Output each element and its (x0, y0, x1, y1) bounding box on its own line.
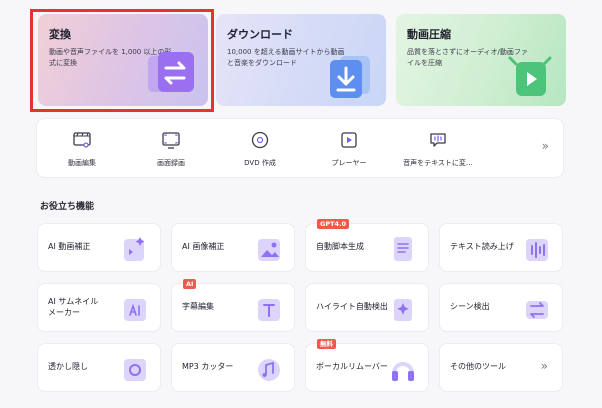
card-label: AI 動画補正 (48, 242, 91, 251)
gpt-badge: GPT4.0 (317, 219, 350, 229)
highlight-detect-icon (394, 299, 412, 321)
scene-detect-icon (526, 301, 548, 319)
tool-video-edit[interactable]: 動画編集 (37, 119, 127, 177)
hero-card-download[interactable]: ダウンロード 10,000 を超える動画サイトから動画と音楽をダウンロード (216, 14, 386, 106)
card-watermark-remove[interactable]: 透かし隠し (37, 343, 161, 392)
tools-bar: 動画編集 画面録画 DVD 作成 プレーヤー 音声をテキストに変… » (36, 118, 564, 178)
card-vocal-remover[interactable]: 無料 ボーカルリムーバー (305, 339, 429, 392)
card-label: シーン検出 (450, 302, 490, 311)
card-ai-image-enhance[interactable]: AI 画像補正 (171, 223, 295, 272)
free-badge: 無料 (317, 339, 336, 349)
tool-label: 画面録画 (157, 159, 185, 167)
card-label: AI サムネイル メーカー (48, 296, 98, 318)
card-scene-detect[interactable]: シーン検出 (439, 283, 563, 332)
card-label: ハイライト自動検出 (316, 302, 388, 311)
screen-record-icon (162, 132, 180, 149)
script-generator-icon (394, 237, 412, 261)
player-icon (341, 132, 357, 148)
mp3-cutter-icon (258, 359, 280, 381)
card-label: ボーカルリムーバー (316, 362, 388, 371)
ai-video-enhance-icon (124, 237, 145, 261)
section-title: お役立ち機能 (40, 202, 95, 212)
card-mp3-cutter[interactable]: MP3 カッター (171, 343, 295, 392)
hero-card-compress[interactable]: 動画圧縮 品質を落とさずにオーディオ/動画ファイルを圧縮 (396, 14, 566, 106)
download-icon (330, 56, 370, 98)
hero-card-convert[interactable]: 変換 動画や音声ファイルを 1,000 以上の形式に変換 (38, 14, 208, 106)
tool-label: 音声をテキストに変… (403, 159, 473, 167)
card-ai-thumbnail[interactable]: AI サムネイル メーカー (37, 283, 161, 332)
card-script-generator[interactable]: GPT4.0 自動脚本生成 (305, 219, 429, 272)
video-edit-icon (73, 132, 91, 148)
tool-label: DVD 作成 (244, 159, 276, 167)
ai-badge: AI (183, 279, 197, 289)
tool-screen-record[interactable]: 画面録画 (126, 119, 216, 177)
card-label-line1: AI サムネイル (48, 297, 99, 306)
hero-download-title: ダウンロード (227, 28, 293, 41)
more-chevron-icon: » (540, 359, 548, 373)
convert-icon (148, 52, 194, 92)
card-subtitle-edit[interactable]: AI 字幕編集 (171, 279, 295, 332)
card-label: その他のツール (450, 362, 506, 371)
tool-speech-to-text[interactable]: 音声をテキストに変… (393, 119, 483, 177)
tool-label: プレーヤー (331, 159, 367, 167)
text-to-speech-icon (526, 239, 548, 261)
hero-compress-title: 動画圧縮 (407, 28, 451, 41)
ai-image-enhance-icon (258, 239, 280, 261)
card-label: 透かし隠し (48, 362, 88, 371)
vocal-remover-icon (392, 362, 414, 381)
card-label: 自動脚本生成 (316, 242, 364, 251)
dvd-icon (251, 131, 269, 149)
compress-icon (508, 56, 552, 96)
subtitle-edit-icon (258, 299, 280, 321)
tool-label: 動画編集 (68, 159, 96, 167)
tool-player[interactable]: プレーヤー (304, 119, 394, 177)
hero-convert-title: 変換 (49, 28, 71, 41)
card-highlight-detect[interactable]: ハイライト自動検出 (305, 283, 429, 332)
card-ai-video-enhance[interactable]: AI 動画補正 (37, 223, 161, 272)
card-label: テキスト読み上げ (450, 242, 514, 251)
card-text-to-speech[interactable]: テキスト読み上げ (439, 223, 563, 272)
speech-to-text-icon (430, 133, 446, 147)
card-label-line2: メーカー (48, 308, 80, 317)
ai-thumbnail-icon (124, 299, 146, 321)
tools-more-button[interactable]: » (542, 139, 549, 153)
card-label: MP3 カッター (182, 362, 234, 371)
watermark-remove-icon (124, 359, 146, 381)
tool-dvd[interactable]: DVD 作成 (215, 119, 305, 177)
card-label: AI 画像補正 (182, 242, 225, 251)
card-more-tools[interactable]: その他のツール » (439, 343, 563, 392)
card-label: 字幕編集 (182, 302, 214, 311)
